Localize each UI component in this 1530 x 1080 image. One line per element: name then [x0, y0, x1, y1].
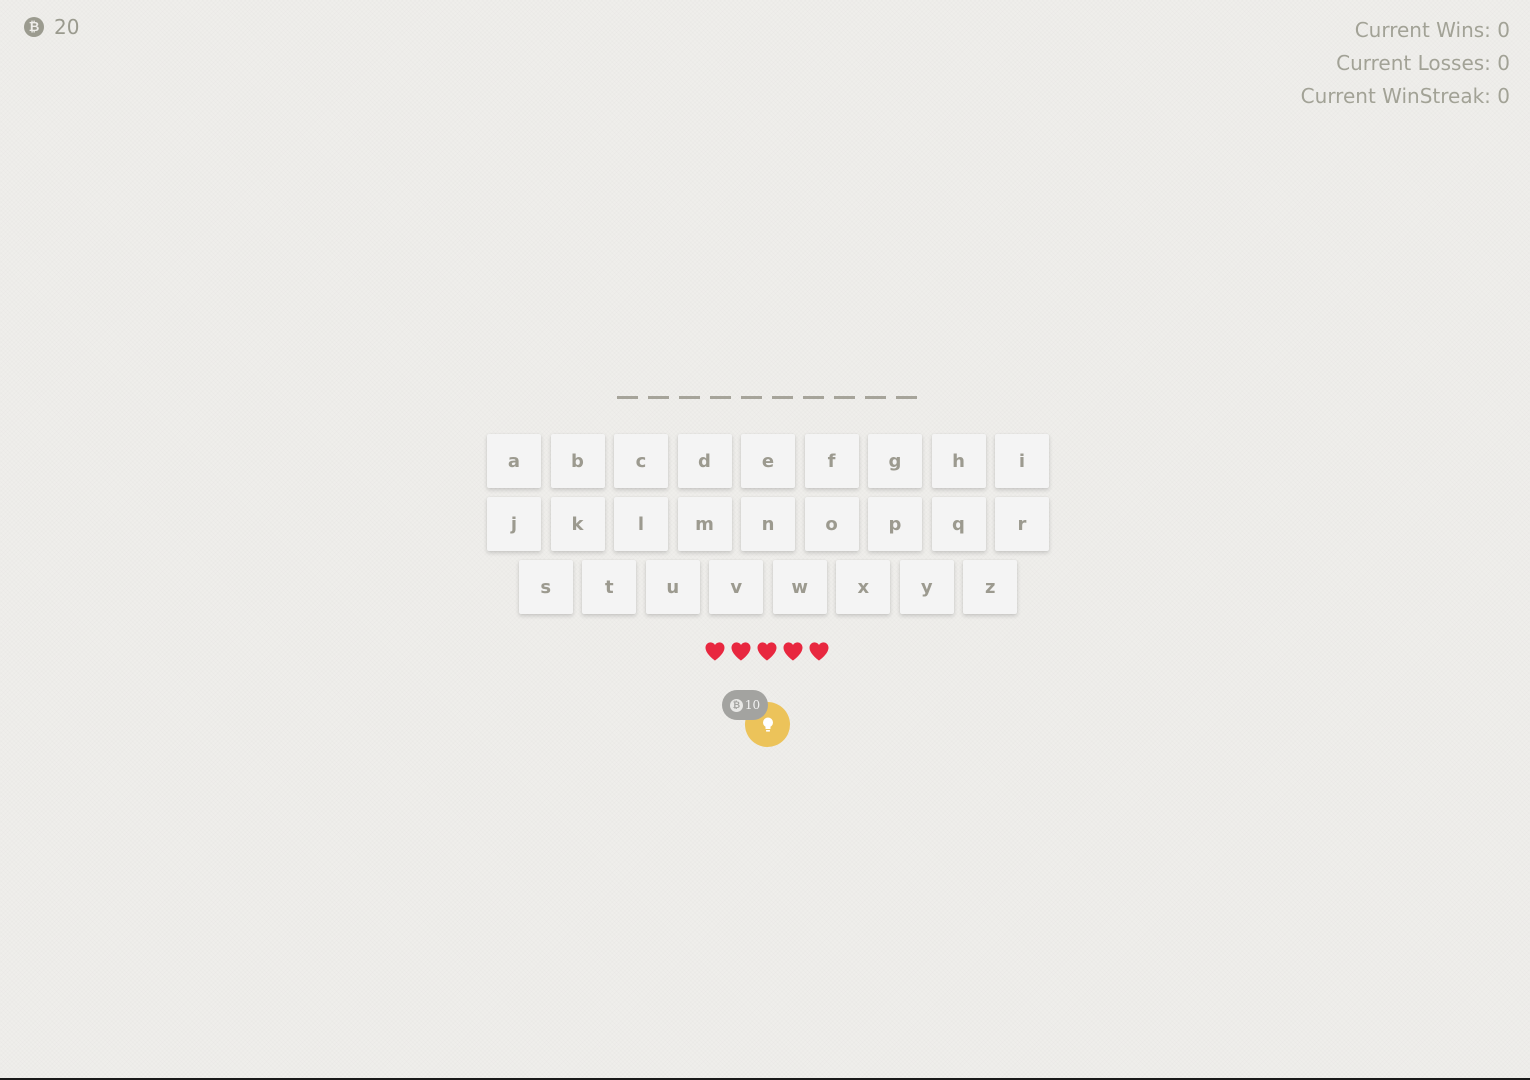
letter-blank [648, 396, 669, 399]
hint-cost-badge: ₿ 10 [722, 690, 768, 720]
key-y[interactable]: y [899, 560, 954, 614]
key-h[interactable]: h [931, 434, 986, 488]
heart-icon [757, 642, 777, 661]
heart-icon [783, 642, 803, 661]
heart-icon [809, 642, 829, 661]
key-b[interactable]: b [550, 434, 605, 488]
coin-balance: ₿ 20 [24, 15, 80, 39]
key-w[interactable]: w [772, 560, 827, 614]
letter-blank [710, 396, 731, 399]
key-d[interactable]: d [677, 434, 732, 488]
letter-blank [617, 396, 638, 399]
key-i[interactable]: i [995, 434, 1049, 488]
key-l[interactable]: l [614, 497, 668, 551]
coin-count: 20 [54, 15, 80, 39]
hint-cost: 10 [744, 698, 761, 712]
key-m[interactable]: m [677, 497, 732, 551]
key-a[interactable]: a [487, 434, 541, 488]
letter-keyboard: abcdefghi jklmnopqr stuvwxyz [486, 434, 1050, 623]
letter-blank [679, 396, 700, 399]
bitcoin-icon: ₿ [24, 17, 44, 37]
lives-display [703, 639, 831, 663]
letter-blank [834, 396, 855, 399]
key-z[interactable]: z [963, 560, 1018, 614]
key-x[interactable]: x [836, 560, 891, 614]
heart-icon [731, 642, 751, 661]
stats-panel: Current Wins: 0 Current Losses: 0 Curren… [1301, 14, 1510, 113]
keyboard-row: stuvwxyz [486, 560, 1050, 614]
key-s[interactable]: s [518, 560, 573, 614]
key-u[interactable]: u [645, 560, 700, 614]
word-blanks [617, 396, 917, 399]
letter-blank [865, 396, 886, 399]
key-n[interactable]: n [741, 497, 795, 551]
key-o[interactable]: o [804, 497, 859, 551]
key-j[interactable]: j [487, 497, 541, 551]
key-t[interactable]: t [582, 560, 637, 614]
key-e[interactable]: e [741, 434, 795, 488]
key-q[interactable]: q [931, 497, 986, 551]
heart-icon [705, 642, 725, 661]
letter-blank [896, 396, 917, 399]
key-v[interactable]: v [709, 560, 764, 614]
keyboard-row: jklmnopqr [486, 497, 1050, 551]
key-k[interactable]: k [550, 497, 605, 551]
key-f[interactable]: f [804, 434, 859, 488]
key-p[interactable]: p [868, 497, 922, 551]
current-winstreak: Current WinStreak: 0 [1300, 84, 1510, 108]
key-g[interactable]: g [868, 434, 922, 488]
keyboard-row: abcdefghi [486, 434, 1050, 488]
current-losses: Current Losses: 0 [1336, 51, 1510, 75]
bitcoin-icon: ₿ [729, 698, 743, 712]
letter-blank [772, 396, 793, 399]
lightbulb-icon [762, 717, 773, 732]
current-wins: Current Wins: 0 [1354, 18, 1510, 42]
key-r[interactable]: r [995, 497, 1049, 551]
letter-blank [741, 396, 762, 399]
hint-control: ₿ 10 [722, 690, 792, 750]
key-c[interactable]: c [614, 434, 668, 488]
letter-blank [803, 396, 824, 399]
